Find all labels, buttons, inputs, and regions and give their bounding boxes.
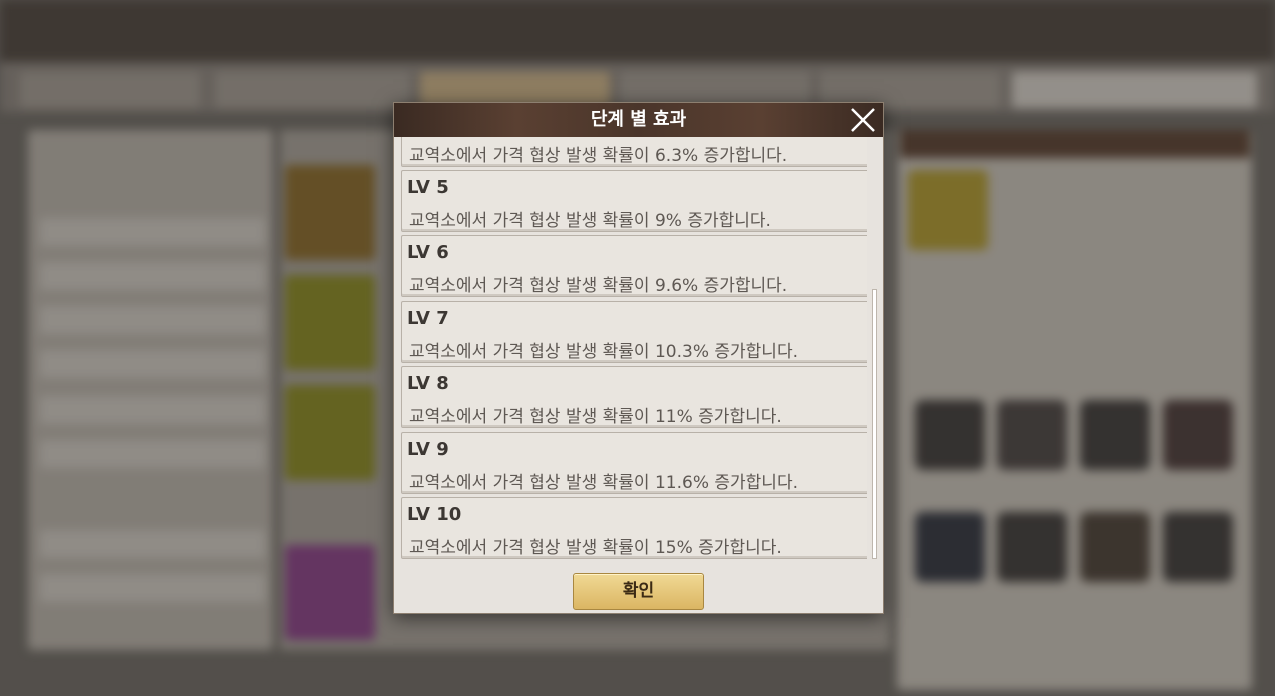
level-item: LV 10 교역소에서 가격 협상 발생 확률이 15% 증가합니다. (401, 497, 867, 559)
level-label: LV 9 (407, 439, 449, 460)
level-description: 교역소에서 가격 협상 발생 확률이 11.6% 증가합니다. (409, 473, 798, 493)
level-effects-list[interactable]: 교역소에서 가격 협상 발생 확률이 6.3% 증가합니다. LV 5 교역소에… (401, 137, 867, 562)
level-description: 교역소에서 가격 협상 발생 확률이 11% 증가합니다. (409, 407, 782, 427)
confirm-button[interactable]: 확인 (573, 573, 704, 610)
level-item: LV 7 교역소에서 가격 협상 발생 확률이 10.3% 증가합니다. (401, 301, 867, 363)
close-icon[interactable] (849, 106, 877, 134)
level-label: LV 10 (407, 504, 462, 525)
level-description: 교역소에서 가격 협상 발생 확률이 15% 증가합니다. (409, 538, 782, 558)
level-item: LV 8 교역소에서 가격 협상 발생 확률이 11% 증가합니다. (401, 366, 867, 428)
level-label: LV 8 (407, 373, 449, 394)
list-scrollbar[interactable] (872, 289, 877, 559)
level-label: LV 7 (407, 308, 449, 329)
level-description: 교역소에서 가격 협상 발생 확률이 6.3% 증가합니다. (409, 146, 788, 166)
level-description: 교역소에서 가격 협상 발생 확률이 9% 증가합니다. (409, 211, 771, 231)
level-label: LV 5 (407, 177, 449, 198)
level-description: 교역소에서 가격 협상 발생 확률이 10.3% 증가합니다. (409, 342, 798, 362)
level-description: 교역소에서 가격 협상 발생 확률이 9.6% 증가합니다. (409, 276, 788, 296)
dialog-title: 단계 별 효과 (590, 109, 687, 130)
dialog-header: 단계 별 효과 (394, 103, 883, 137)
level-item: LV 6 교역소에서 가격 협상 발생 확률이 9.6% 증가합니다. (401, 235, 867, 297)
level-item: LV 5 교역소에서 가격 협상 발생 확률이 9% 증가합니다. (401, 170, 867, 232)
level-label: LV 6 (407, 242, 449, 263)
level-effects-dialog: 단계 별 효과 교역소에서 가격 협상 발생 확률이 6.3% 증가합니다. L… (393, 102, 884, 614)
level-item: LV 9 교역소에서 가격 협상 발생 확률이 11.6% 증가합니다. (401, 432, 867, 494)
level-item: 교역소에서 가격 협상 발생 확률이 6.3% 증가합니다. (401, 137, 867, 167)
